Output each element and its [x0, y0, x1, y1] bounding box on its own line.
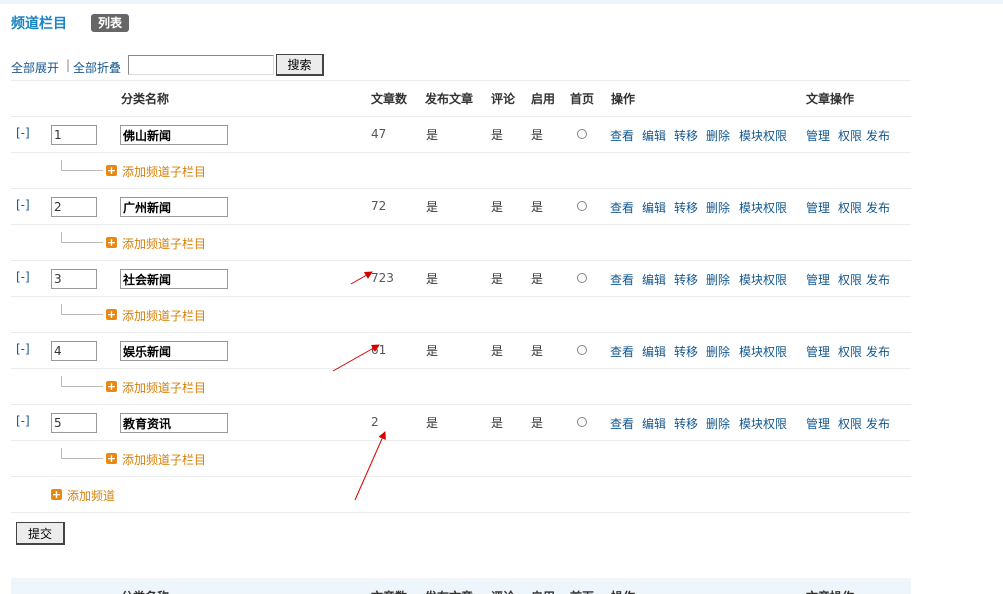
annotation-arrows: [332, 271, 386, 501]
annotation-arrow: [350, 271, 373, 285]
annotation-arrow: [332, 344, 380, 372]
annotation-arrow: [354, 431, 386, 501]
